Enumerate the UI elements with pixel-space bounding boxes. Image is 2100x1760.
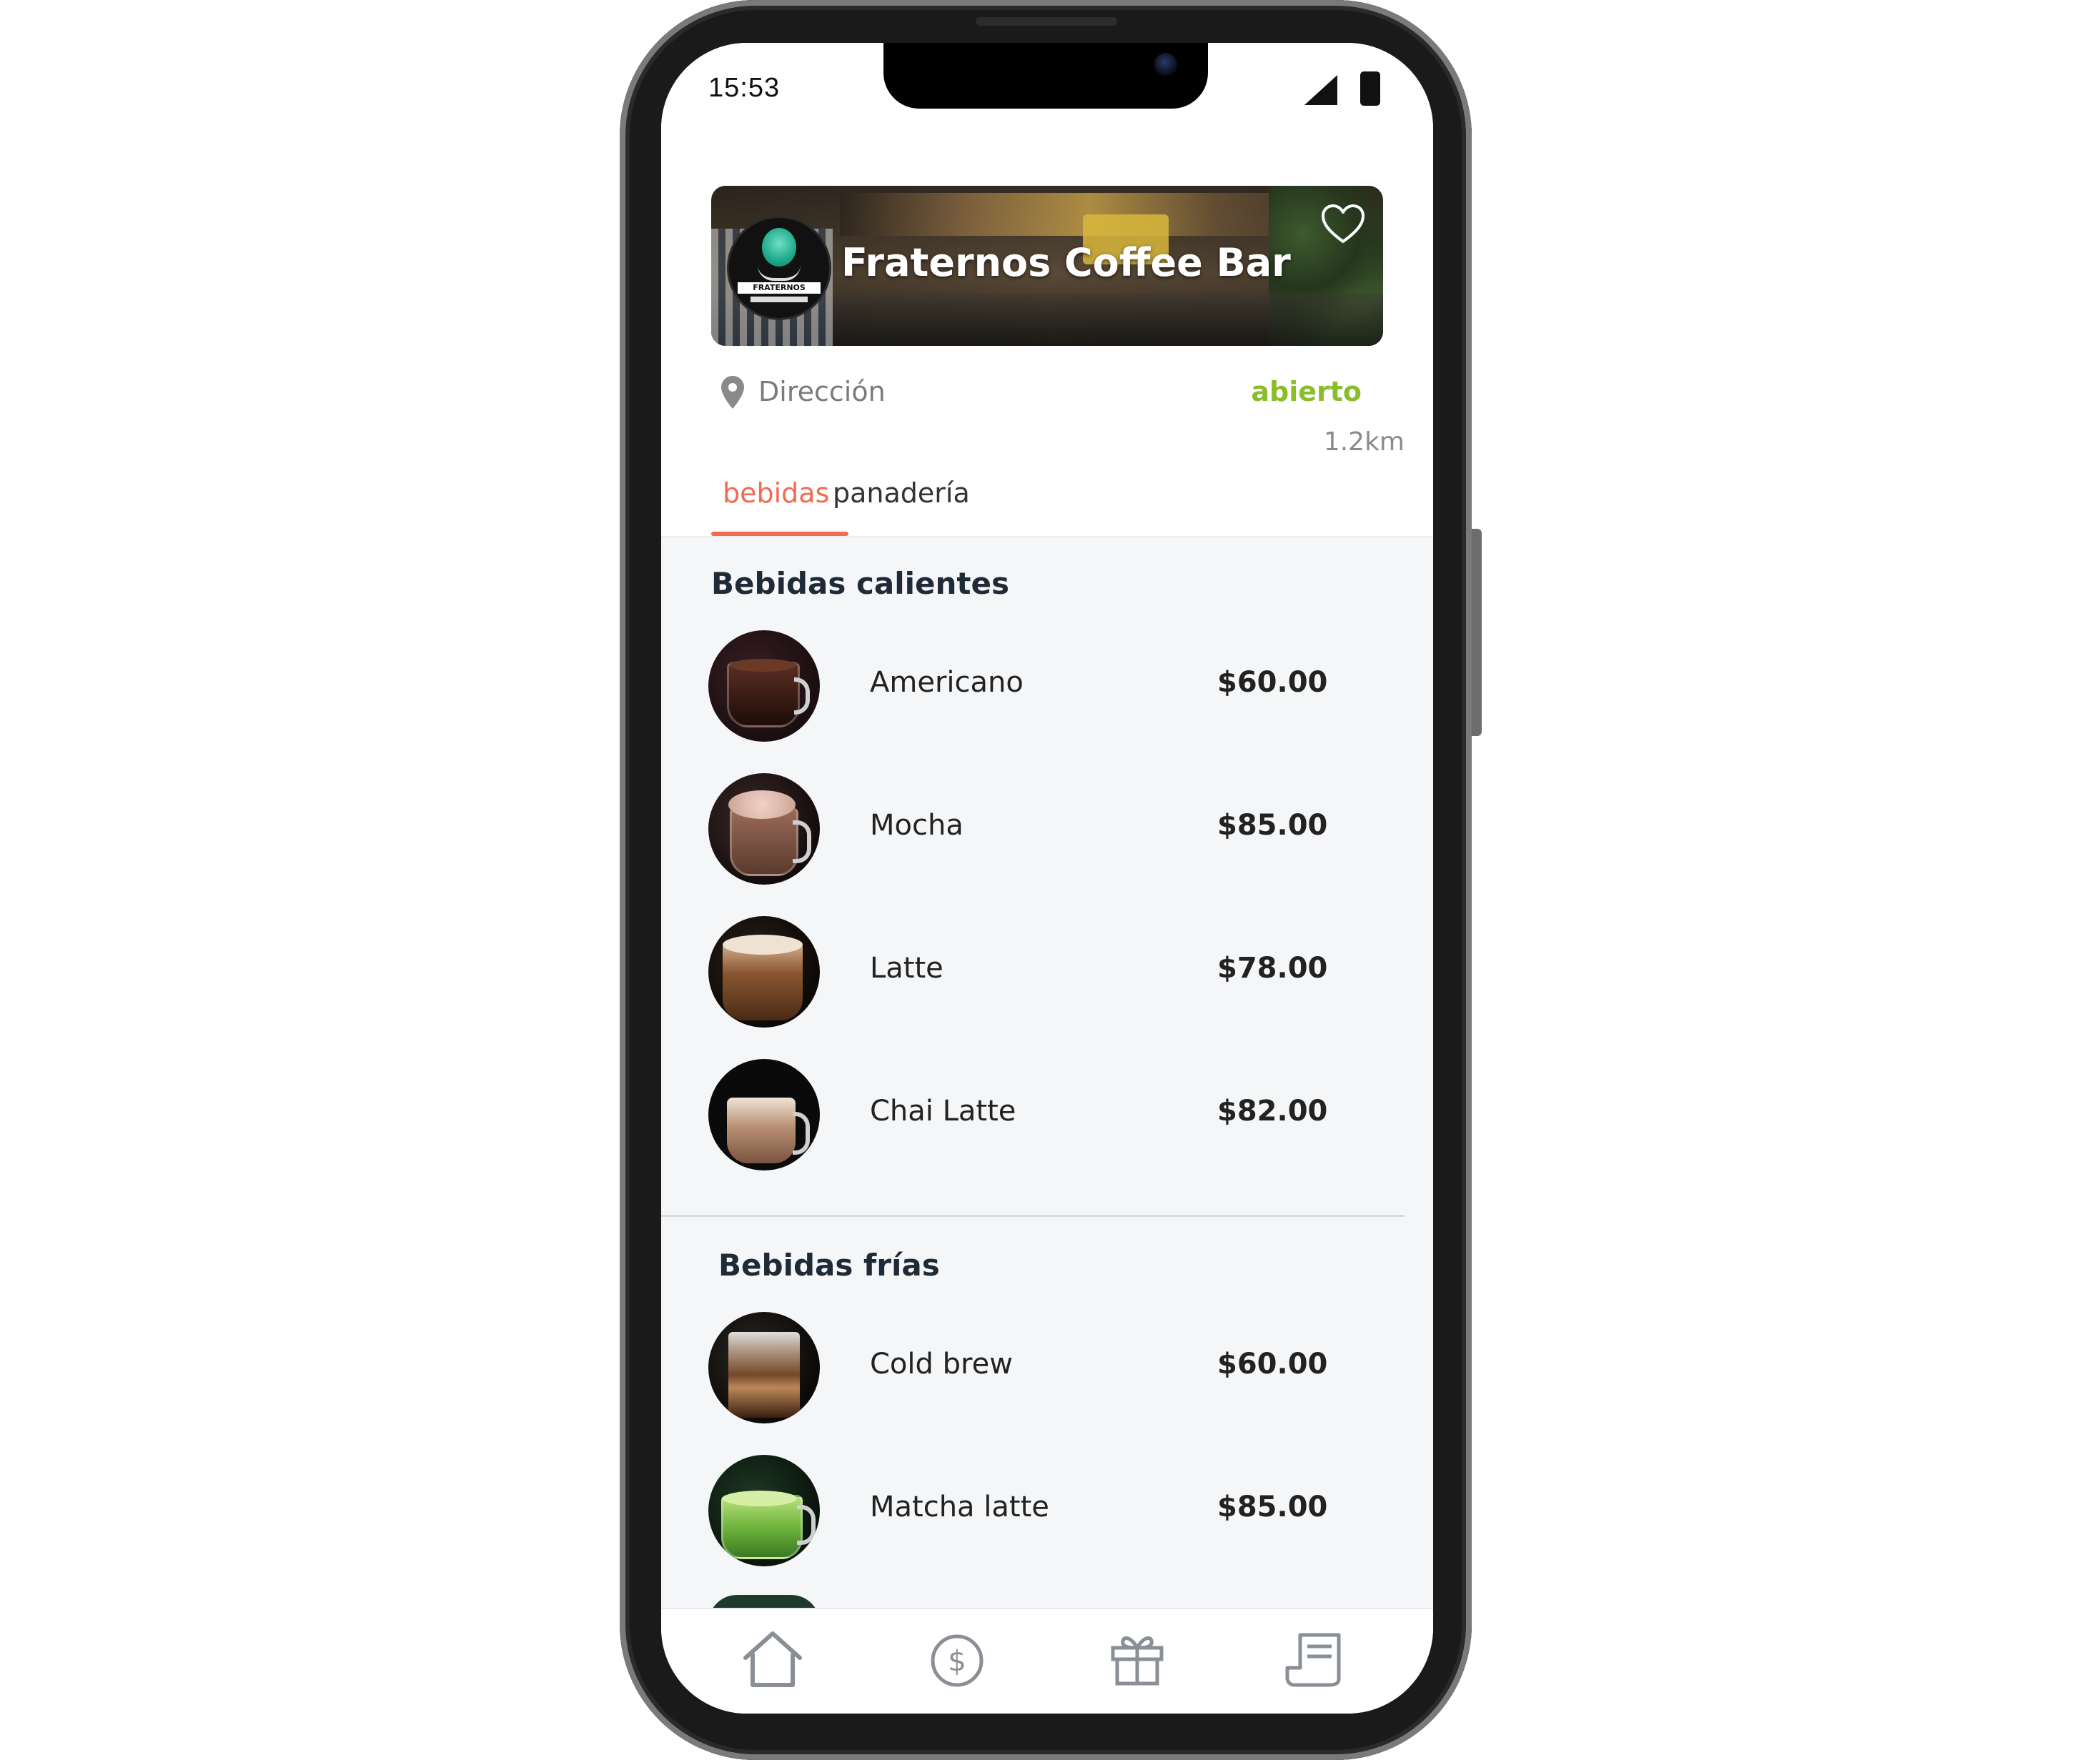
menu-item[interactable]: Mocha $85.00 — [661, 773, 1433, 895]
menu-item[interactable]: Latte $78.00 — [661, 916, 1433, 1038]
open-status: abierto — [1251, 376, 1362, 407]
cold-brew-image — [708, 1312, 820, 1423]
svg-text:$: $ — [948, 1645, 966, 1678]
menu-item[interactable]: Cold brew $60.00 — [661, 1312, 1433, 1433]
item-price: $60.00 — [1217, 666, 1328, 699]
tab-panaderia[interactable]: panadería — [833, 477, 970, 509]
item-price: $60.00 — [1217, 1348, 1328, 1381]
logo-drop-icon — [762, 228, 796, 267]
item-name: Cold brew — [870, 1348, 1013, 1381]
home-icon[interactable] — [741, 1629, 804, 1689]
menu-item[interactable]: Matcha latte $85.00 — [661, 1455, 1433, 1576]
section-divider — [661, 1215, 1405, 1217]
item-name: Chai Latte — [870, 1095, 1016, 1128]
logo-text: FRATERNOS — [738, 282, 821, 294]
item-price: $85.00 — [1217, 1491, 1328, 1523]
signal-icon — [1304, 75, 1337, 105]
item-name: Mocha — [870, 809, 964, 842]
chai-latte-image — [708, 1059, 820, 1170]
store-logo: FRATERNOS — [727, 216, 831, 320]
active-tab-indicator — [711, 532, 848, 536]
tab-bebidas[interactable]: bebidas — [723, 477, 829, 509]
store-header: 15:53 FRATERNOS Fraternos Coffee Bar Dir… — [661, 43, 1433, 537]
app-screen: 15:53 FRATERNOS Fraternos Coffee Bar Dir… — [661, 43, 1433, 1714]
store-distance: 1.2km — [1323, 427, 1405, 457]
bottom-navigation: $ — [661, 1608, 1433, 1714]
status-time: 15:53 — [708, 73, 781, 103]
address-row[interactable]: Dirección abierto — [711, 372, 1383, 414]
gift-icon[interactable] — [1109, 1629, 1166, 1686]
item-price: $78.00 — [1217, 952, 1328, 985]
item-name: Latte — [870, 952, 943, 985]
item-price: $85.00 — [1217, 809, 1328, 842]
latte-image — [708, 916, 820, 1028]
item-name: Matcha latte — [870, 1491, 1049, 1523]
receipt-icon[interactable] — [1284, 1629, 1344, 1688]
phone-side-button — [1472, 529, 1482, 736]
logo-subtext — [751, 297, 808, 302]
store-banner: FRATERNOS Fraternos Coffee Bar — [711, 186, 1383, 346]
phone-speaker — [976, 17, 1117, 26]
section-title-hot-drinks: Bebidas calientes — [711, 566, 1009, 601]
item-name: Americano — [870, 666, 1024, 699]
location-pin-icon — [721, 376, 744, 409]
section-title-cold-drinks: Bebidas frías — [718, 1248, 940, 1283]
menu-item[interactable]: Chai Latte $82.00 — [661, 1059, 1433, 1180]
category-tabs: bebidas panadería — [711, 472, 1383, 536]
camera-notch — [883, 43, 1208, 109]
heart-icon[interactable] — [1320, 203, 1366, 246]
matcha-latte-image — [708, 1455, 820, 1566]
battery-icon — [1360, 71, 1380, 106]
store-name: Fraternos Coffee Bar — [841, 240, 1291, 285]
mocha-image — [708, 773, 820, 885]
address-label: Dirección — [758, 376, 886, 407]
americano-image — [708, 630, 820, 742]
menu-item[interactable]: Americano $60.00 — [661, 630, 1433, 752]
logo-cup-icon — [758, 265, 801, 281]
item-price: $82.00 — [1217, 1095, 1328, 1128]
front-camera — [1154, 53, 1177, 76]
dollar-coin-icon[interactable]: $ — [930, 1634, 984, 1688]
